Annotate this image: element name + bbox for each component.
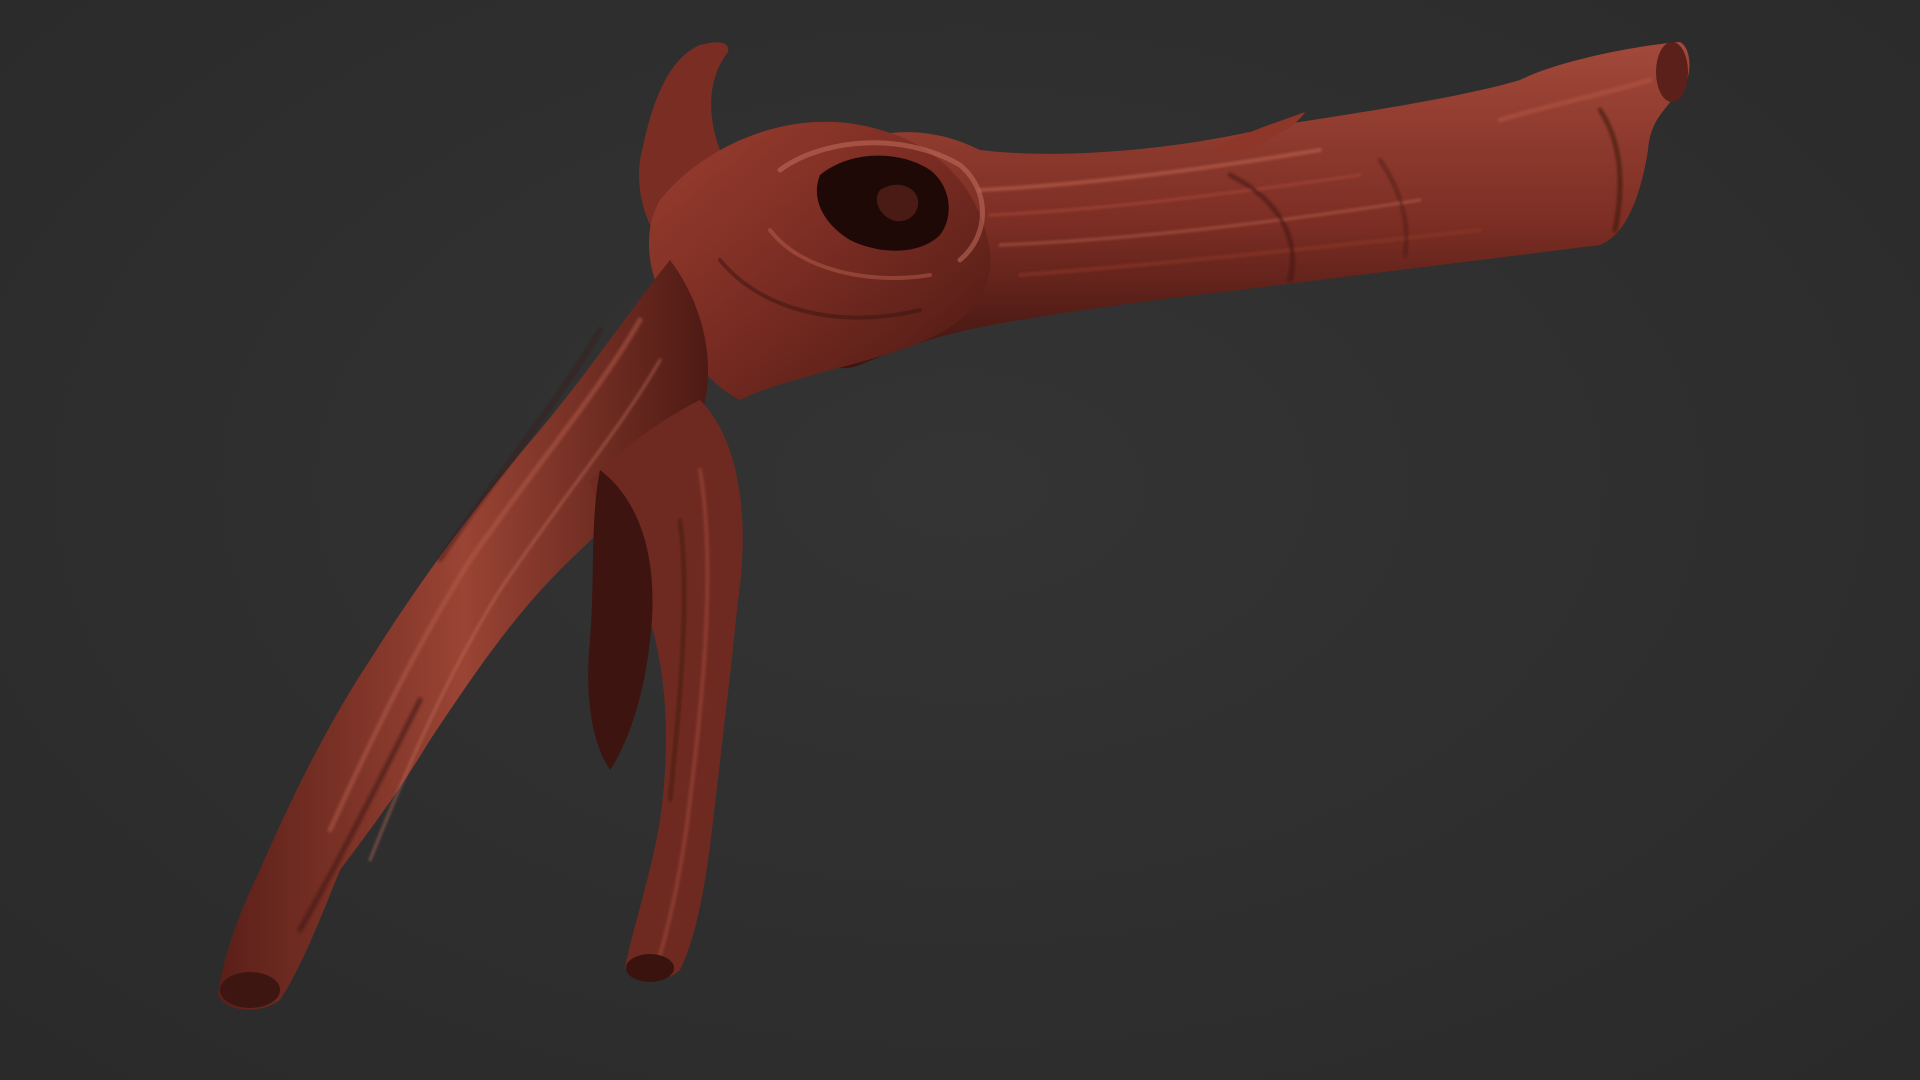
branch-icon	[218, 42, 1690, 1010]
viewer-canvas[interactable]	[0, 0, 1920, 1080]
branch-end-right	[1656, 42, 1688, 102]
branch-end-middle	[626, 954, 674, 982]
branch-end-left	[220, 972, 280, 1008]
